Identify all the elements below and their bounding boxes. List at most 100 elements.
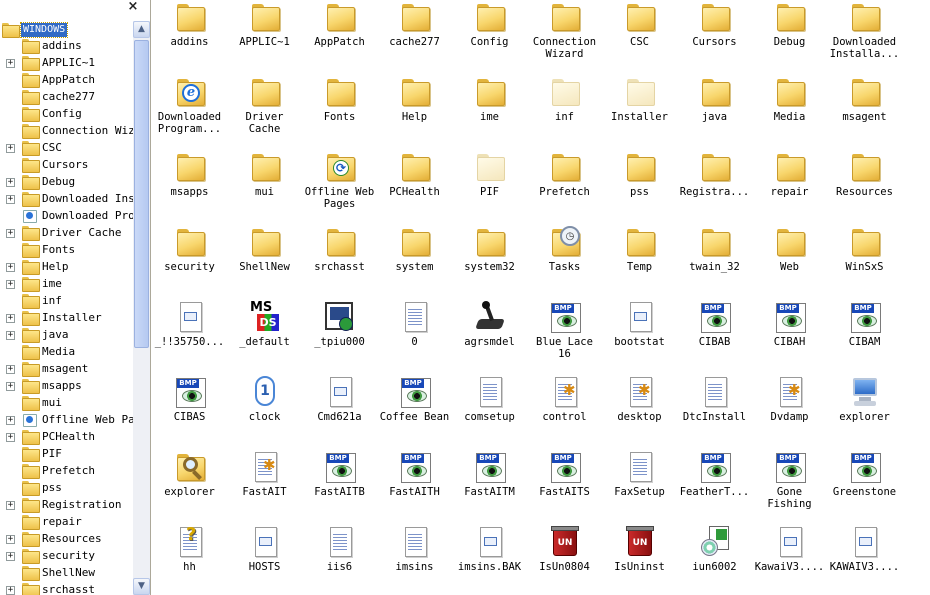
file-item[interactable]: cache277 [377,0,452,75]
tree-item-apppatch[interactable]: AppPatch [0,72,133,89]
file-item[interactable]: HOSTS [227,525,302,595]
file-item[interactable]: KAWAIV3.... [827,525,902,595]
file-item[interactable]: BMP CIBAM [827,300,902,375]
file-item[interactable]: srchasst [302,225,377,300]
expand-toggle[interactable]: + [6,195,15,204]
file-item[interactable]: system [377,225,452,300]
file-item[interactable]: msapps [152,150,227,225]
expand-toggle[interactable]: + [6,501,15,510]
close-pane-button[interactable]: × [126,0,140,14]
expand-toggle[interactable]: + [6,178,15,187]
tree-item-cursors[interactable]: Cursors [0,157,133,174]
file-item[interactable]: system32 [452,225,527,300]
file-item[interactable]: pss [602,150,677,225]
tree-item-debug[interactable]: + Debug [0,174,133,191]
file-item[interactable]: BMP FastAITM [452,450,527,525]
tree-item-srchasst[interactable]: + srchasst [0,582,133,595]
file-item[interactable]: BMP FeatherT... [677,450,752,525]
file-item[interactable]: comsetup [452,375,527,450]
file-item[interactable]: BMP CIBAS [152,375,227,450]
tree-item-downloaded-prog[interactable]: Downloaded Prog [0,208,141,225]
file-item[interactable]: Debug [752,0,827,75]
tree-item-ime[interactable]: + ime [0,276,133,293]
expand-toggle[interactable]: + [6,416,15,425]
scroll-thumb[interactable] [134,40,149,348]
file-item[interactable]: ◷ Tasks [527,225,602,300]
file-item[interactable]: ✱ FastAIT [227,450,302,525]
file-item[interactable]: ✱ control [527,375,602,450]
tree-item-mui[interactable]: mui [0,395,133,412]
file-item[interactable]: ⟳ Offline Web Pages [302,150,377,225]
file-item[interactable]: UN IsUninst [602,525,677,595]
tree-item-msagent[interactable]: + msagent [0,361,133,378]
tree-item-inf[interactable]: inf [0,293,133,310]
file-item[interactable]: ? hh [152,524,227,595]
tree-item-resources[interactable]: + Resources [0,531,133,548]
tree-item-help[interactable]: + Help [0,259,133,276]
file-item[interactable]: Config [452,0,527,75]
tree-item-cache277[interactable]: cache277 [0,89,133,106]
tree-item-fonts[interactable]: Fonts [0,242,133,259]
file-item[interactable]: AppPatch [302,0,377,75]
file-item[interactable]: FaxSetup [602,450,677,525]
file-item[interactable]: Media [752,75,827,150]
file-item[interactable]: Cursors [677,0,752,75]
file-item[interactable]: imsins.BAK [452,525,527,595]
file-item[interactable]: 0 [377,300,452,375]
tree-scrollbar[interactable]: ▲ ▼ [133,21,150,595]
file-item[interactable]: PCHealth [377,150,452,225]
file-item[interactable]: ✱ Dvdamp [752,375,827,450]
file-item[interactable]: Registra... [677,150,752,225]
tree-item-media[interactable]: Media [0,344,133,361]
file-item[interactable]: BMP Gone Fishing [752,450,827,525]
scroll-down-button[interactable]: ▼ [133,578,150,595]
tree-item-pss[interactable]: pss [0,480,133,497]
file-item[interactable]: Temp [602,225,677,300]
file-item[interactable]: java [677,75,752,150]
expand-toggle[interactable]: + [6,229,15,238]
file-item[interactable]: e Downloaded Program... [152,75,227,150]
file-item[interactable]: Installer [602,75,677,150]
file-item[interactable]: explorer [152,450,227,525]
file-item[interactable]: MS DS _default [227,300,302,375]
file-item[interactable]: ✱ desktop [602,375,677,450]
file-item[interactable]: BMP CIBAB [677,300,752,375]
file-item[interactable]: Connection Wizard [527,0,602,75]
tree-item-shellnew[interactable]: ShellNew [0,565,133,582]
expand-toggle[interactable]: + [6,314,15,323]
file-item[interactable]: twain_32 [677,225,752,300]
file-item[interactable]: imsins [377,525,452,595]
tree-item-driver-cache[interactable]: + Driver Cache [0,225,133,242]
file-item[interactable]: ime [452,75,527,150]
file-item[interactable]: BMP Coffee Bean [377,375,452,450]
expand-toggle[interactable]: + [6,59,15,68]
expand-toggle[interactable]: + [6,552,15,561]
expand-toggle[interactable]: + [6,280,15,289]
file-item[interactable]: KawaiV3.... [752,525,827,595]
file-item[interactable]: Prefetch [527,150,602,225]
file-item[interactable]: BMP Greenstone [827,450,902,525]
file-item[interactable]: WinSxS [827,225,902,300]
file-item[interactable]: BMP FastAITS [527,450,602,525]
file-item[interactable]: inf [527,75,602,150]
tree-item-installer[interactable]: + Installer [0,310,133,327]
file-item[interactable]: repair [752,150,827,225]
file-item[interactable]: msagent [827,75,902,150]
tree-item-msapps[interactable]: + msapps [0,378,133,395]
file-item[interactable]: addins [152,0,227,75]
file-item[interactable]: security [152,225,227,300]
expand-toggle[interactable]: + [6,365,15,374]
tree-item-pchealth[interactable]: + PCHealth [0,429,133,446]
file-item[interactable]: Resources [827,150,902,225]
file-item[interactable]: Driver Cache [227,75,302,150]
expand-toggle[interactable]: + [6,535,15,544]
expand-toggle[interactable]: + [6,382,15,391]
file-item[interactable]: _tpiu000 [302,300,377,375]
file-item[interactable]: Fonts [302,75,377,150]
file-item[interactable]: BMP CIBAH [752,300,827,375]
tree-item-pif[interactable]: PIF [0,446,133,463]
file-item[interactable]: agrsmdel [452,300,527,375]
file-item[interactable]: mui [227,150,302,225]
file-item[interactable]: Cmd621a [302,375,377,450]
tree-item-connection-wize[interactable]: Connection Wize [0,123,141,140]
